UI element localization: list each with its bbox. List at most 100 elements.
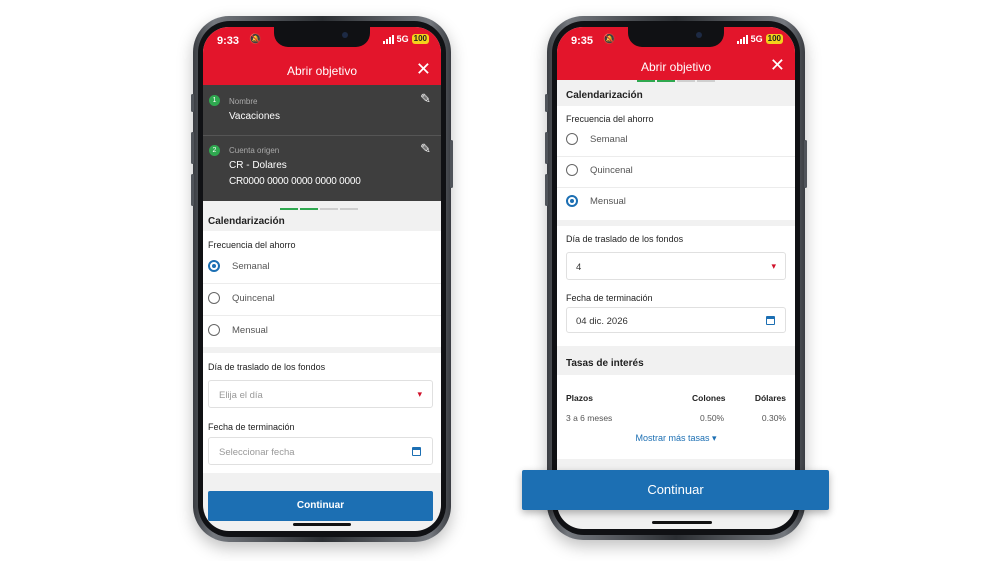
volume-up-button	[191, 132, 194, 164]
phone-screen: 9:33 🔕 5G 100 Abrir objetivo ✕ 1 Nombre …	[203, 27, 441, 531]
rates-title: Tasas de interés	[566, 358, 644, 369]
divider	[557, 187, 795, 188]
radio-selected[interactable]	[208, 260, 220, 272]
transfer-day-label: Día de traslado de los fondos	[566, 234, 684, 244]
frequency-card: Frecuencia del ahorro Semanal Quincenal …	[203, 231, 441, 347]
continue-button-highlight[interactable]: Continuar	[522, 470, 829, 510]
frequency-label: Frecuencia del ahorro	[566, 114, 654, 124]
notch	[274, 27, 370, 47]
chevron-down-icon: ▾	[771, 261, 776, 271]
status-time: 9:33	[217, 35, 240, 47]
radio-option-weekly[interactable]: Semanal	[208, 260, 270, 272]
transfer-day-select[interactable]: Elija el día ▾	[208, 380, 433, 408]
rates-header-dolares: Dólares	[754, 393, 786, 403]
step-2-account: CR0000 0000 0000 0000 0000	[229, 176, 361, 187]
end-date-picker[interactable]: Seleccionar fecha	[208, 437, 433, 465]
option-label: Mensual	[590, 195, 626, 207]
step-2-value: CR - Dolares	[229, 160, 287, 171]
pencil-icon[interactable]: ✎	[420, 141, 431, 157]
radio-option-biweekly[interactable]: Quincenal	[566, 164, 633, 176]
radio-option-monthly[interactable]: Mensual	[566, 195, 626, 207]
rates-cell-colones: 0.50%	[700, 413, 725, 423]
mute-switch	[545, 94, 548, 112]
end-date-label: Fecha de terminación	[566, 293, 653, 303]
radio-unselected[interactable]	[208, 324, 220, 336]
chevron-down-icon: ▾	[712, 433, 717, 443]
transfer-day-value: 4	[576, 262, 582, 273]
end-date-placeholder: Seleccionar fecha	[219, 447, 295, 458]
section-title: Calendarización	[566, 90, 643, 101]
end-date-picker[interactable]: 04 dic. 2026	[566, 307, 786, 333]
pencil-icon[interactable]: ✎	[420, 91, 431, 107]
notch	[628, 27, 724, 47]
power-button	[450, 140, 453, 188]
option-label: Quincenal	[232, 292, 275, 304]
signal-icon	[382, 34, 394, 44]
rates-header-colones: Colones	[692, 393, 726, 403]
schedule-card: Día de traslado de los fondos 4 ▾ Fecha …	[557, 226, 795, 346]
camera	[696, 32, 702, 38]
status-right: 5G 100	[382, 34, 429, 44]
summary-divider	[203, 135, 441, 136]
radio-option-monthly[interactable]: Mensual	[208, 324, 268, 336]
rates-cell-dolares: 0.30%	[761, 413, 786, 423]
radio-unselected[interactable]	[566, 164, 578, 176]
end-date-label: Fecha de terminación	[208, 422, 295, 432]
continue-button[interactable]: Continuar	[208, 491, 433, 521]
header-title-row: Abrir objetivo ✕	[203, 53, 441, 89]
section-title: Calendarización	[208, 216, 285, 227]
header-title-row: Abrir objetivo ✕	[557, 53, 795, 80]
phone-right: 9:35 🔕 5G 100 Abrir objetivo ✕ Calendari…	[545, 16, 807, 540]
divider	[203, 283, 441, 284]
frequency-card: Frecuencia del ahorro Semanal Quincenal …	[557, 106, 795, 220]
rates-header-term: Plazos	[566, 393, 593, 403]
divider	[557, 156, 795, 157]
step-1-value: Vacaciones	[229, 111, 280, 122]
rates-card: Plazos Colones Dólares 3 a 6 meses 0.50%…	[557, 375, 795, 459]
radio-option-weekly[interactable]: Semanal	[566, 133, 628, 145]
bell-off-icon: 🔕	[603, 34, 616, 45]
step-1-label: Nombre	[229, 97, 258, 106]
camera	[342, 32, 348, 38]
transfer-day-label: Día de traslado de los fondos	[208, 362, 326, 372]
step-2-label: Cuenta origen	[229, 146, 280, 155]
battery-icon: 100	[411, 34, 429, 44]
option-label: Quincenal	[590, 164, 633, 176]
transfer-day-placeholder: Elija el día	[219, 390, 263, 401]
radio-unselected[interactable]	[566, 133, 578, 145]
page-title: Abrir objetivo	[286, 64, 358, 78]
option-label: Semanal	[590, 133, 628, 145]
volume-down-button	[545, 174, 548, 206]
home-indicator	[293, 523, 351, 526]
transfer-day-select[interactable]: 4 ▾	[566, 252, 786, 280]
option-label: Mensual	[232, 324, 268, 336]
calendar-icon	[766, 316, 775, 325]
phone-left: 9:33 🔕 5G 100 Abrir objetivo ✕ 1 Nombre …	[191, 16, 453, 542]
volume-up-button	[545, 132, 548, 164]
calendar-icon	[412, 447, 421, 456]
rates-cell-term: 3 a 6 meses	[566, 413, 613, 423]
phone-screen: 9:35 🔕 5G 100 Abrir objetivo ✕ Calendari…	[557, 27, 795, 529]
status-right: 5G 100	[736, 34, 783, 44]
radio-unselected[interactable]	[208, 292, 220, 304]
option-label: Semanal	[232, 260, 270, 272]
network-label: 5G	[396, 34, 409, 44]
mute-switch	[191, 94, 194, 112]
close-icon[interactable]: ✕	[770, 55, 785, 75]
step-progress	[280, 208, 358, 210]
step-progress	[637, 80, 715, 82]
status-time: 9:35	[571, 35, 594, 47]
summary-panel: 1 Nombre Vacaciones ✎ 2 Cuenta origen CR…	[203, 85, 441, 201]
volume-down-button	[191, 174, 194, 206]
signal-icon	[736, 34, 748, 44]
divider	[203, 315, 441, 316]
schedule-card: Día de traslado de los fondos Elija el d…	[203, 353, 441, 473]
step-1-badge: 1	[209, 95, 220, 106]
show-more-rates-link[interactable]: Mostrar más tasas ▾	[557, 433, 795, 444]
battery-icon: 100	[765, 34, 783, 44]
show-more-rates-label: Mostrar más tasas	[635, 433, 710, 443]
close-icon[interactable]: ✕	[416, 59, 431, 79]
radio-option-biweekly[interactable]: Quincenal	[208, 292, 275, 304]
end-date-value: 04 dic. 2026	[576, 316, 628, 327]
radio-selected[interactable]	[566, 195, 578, 207]
